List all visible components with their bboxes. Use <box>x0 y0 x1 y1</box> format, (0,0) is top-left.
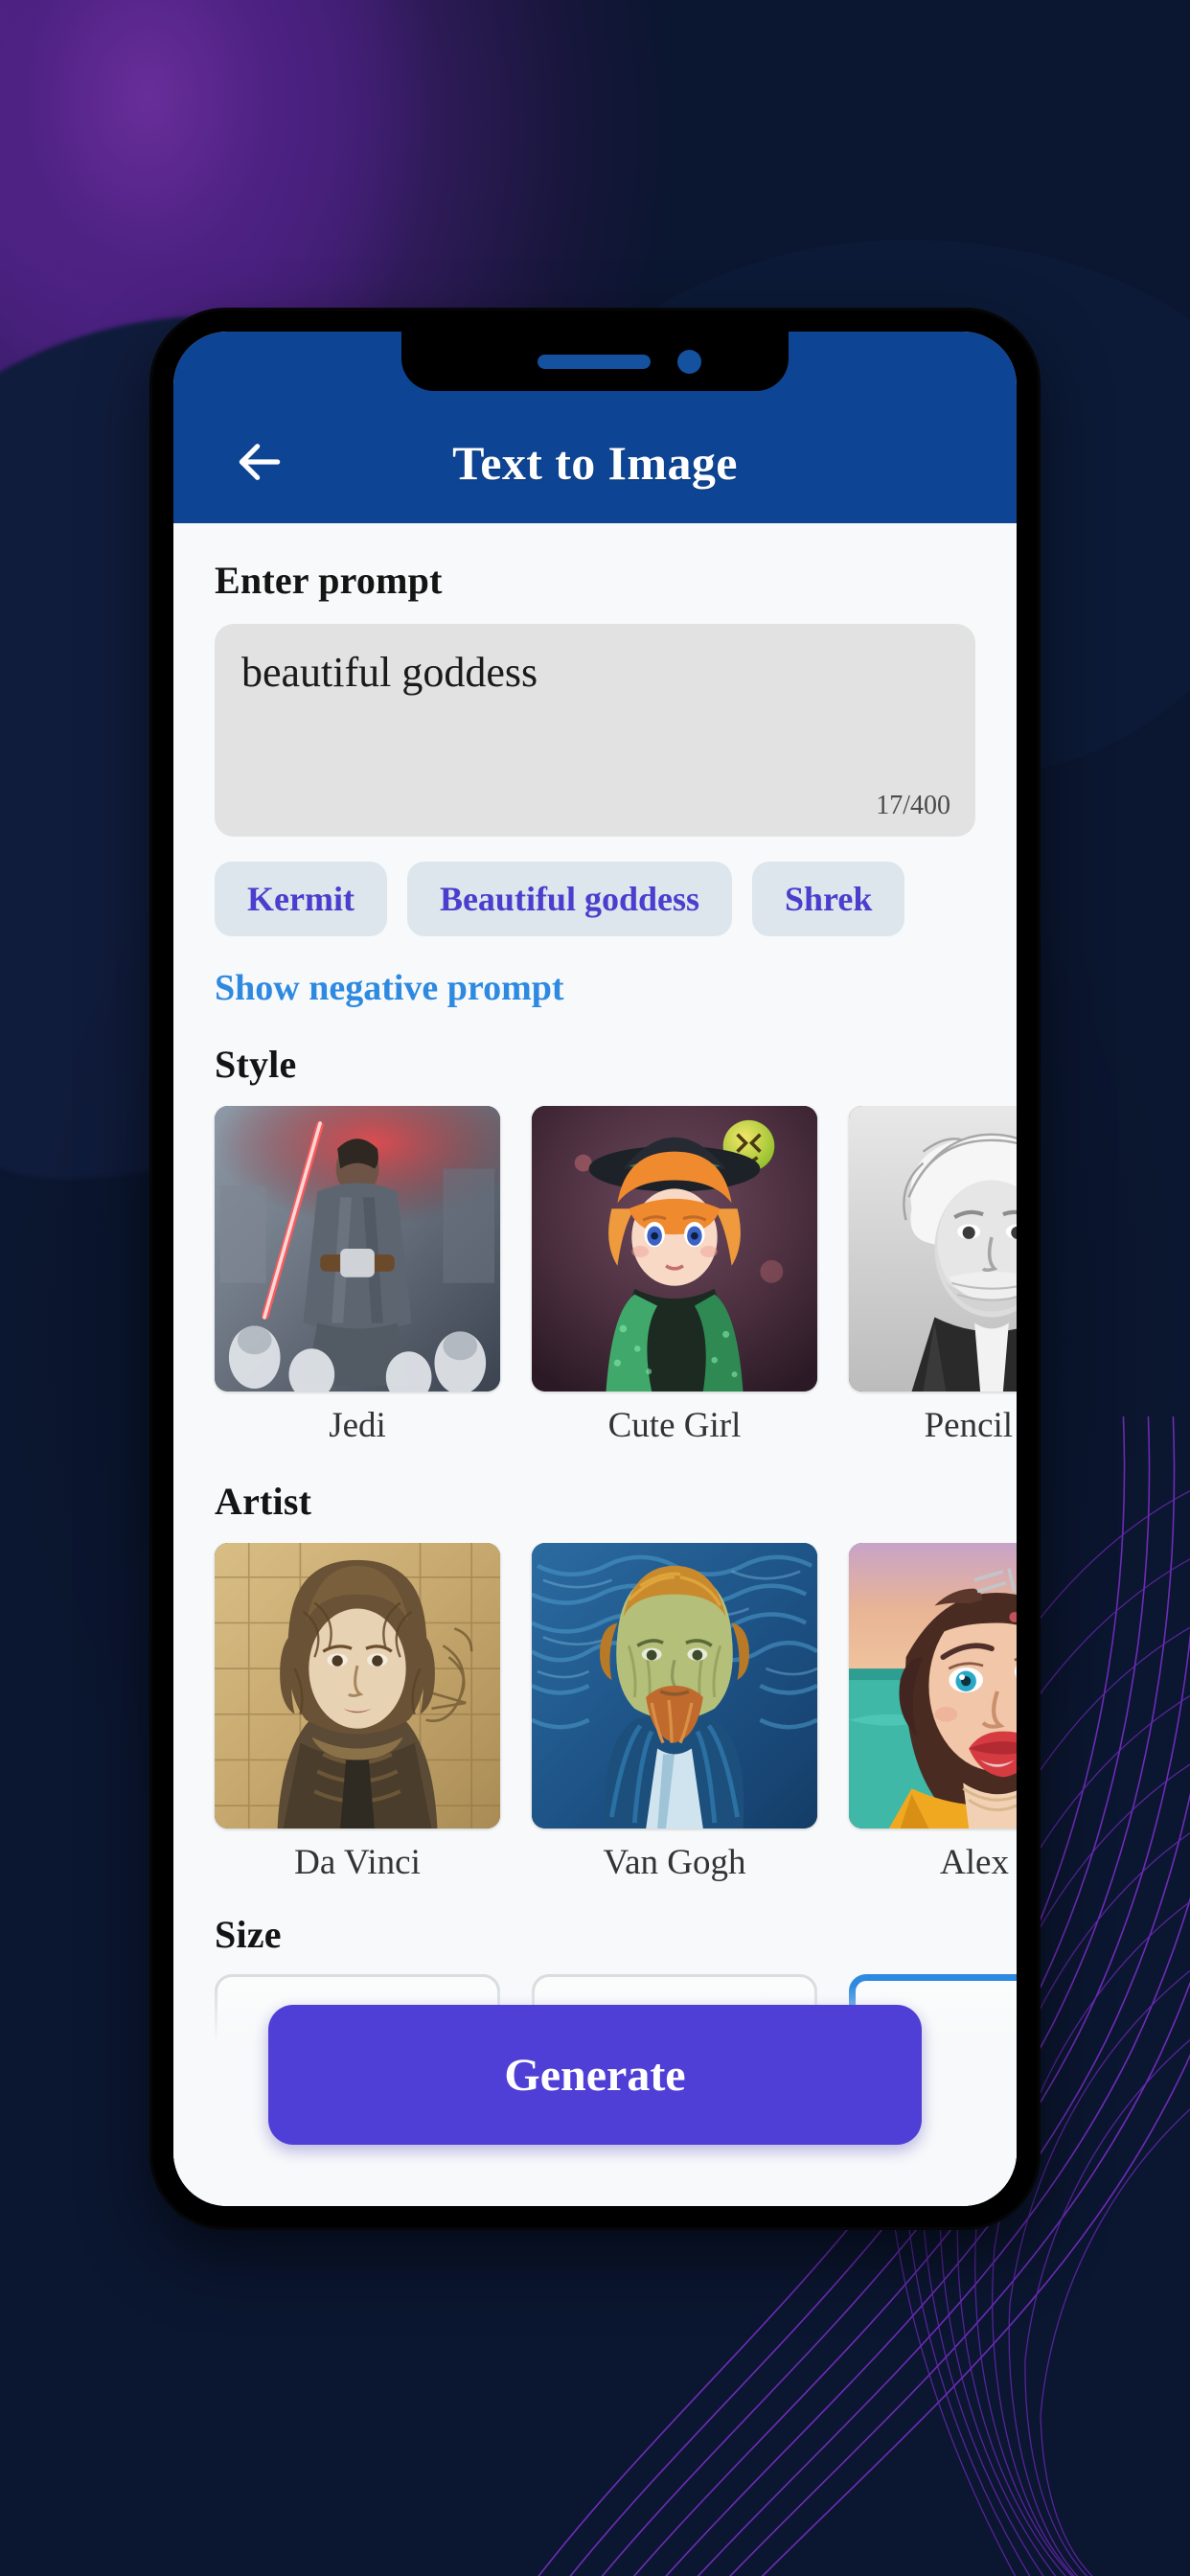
jedi-thumb <box>215 1106 500 1392</box>
suggestion-chip-row[interactable]: Kermit Beautiful goddess Shrek <box>173 862 1017 936</box>
artist-tile-alex-gray[interactable]: Alex G <box>849 1543 1017 1883</box>
style-tile-pencil-drawing[interactable]: Pencil Dr <box>849 1106 1017 1446</box>
artist-tile-da-vinci[interactable]: Da Vinci <box>215 1543 500 1883</box>
earpiece-speaker-icon <box>538 355 651 369</box>
cute-girl-thumb <box>532 1106 817 1392</box>
artist-tile-label: Alex G <box>940 1843 1017 1882</box>
style-section-title: Style <box>215 1043 297 1086</box>
suggestion-chip-beautiful-goddess[interactable]: Beautiful goddess <box>406 862 732 936</box>
show-negative-prompt-link[interactable]: Show negative prompt <box>215 967 564 1009</box>
artist-tile-row[interactable]: Da Vinci Van Gogh Alex <box>173 1543 1017 1883</box>
artist-tile-label: Da Vinci <box>294 1843 421 1882</box>
phone-screen: Text to Image Enter prompt beautiful god… <box>173 332 1017 2206</box>
prompt-input-value: beautiful goddess <box>241 649 538 696</box>
back-button[interactable] <box>223 426 296 498</box>
front-camera-icon <box>677 350 701 374</box>
style-tile-jedi[interactable]: Jedi <box>215 1106 500 1446</box>
generate-button-container: Generate <box>173 1986 1017 2206</box>
style-tile-row[interactable]: Jedi Cute Girl Pencil <box>173 1106 1017 1446</box>
character-counter: 17/400 <box>876 791 950 820</box>
style-tile-label: Cute Girl <box>607 1406 742 1445</box>
style-tile-cute-girl[interactable]: Cute Girl <box>532 1106 817 1446</box>
artist-section-title: Artist <box>215 1480 312 1523</box>
pencil-drawing-thumb <box>849 1106 1017 1392</box>
da-vinci-thumb <box>215 1543 500 1828</box>
style-tile-label: Pencil Dr <box>924 1406 1017 1445</box>
suggestion-chip-shrek[interactable]: Shrek <box>752 862 905 936</box>
prompt-label: Enter prompt <box>215 559 443 602</box>
size-section-title: Size <box>215 1913 282 1956</box>
artist-tile-van-gogh[interactable]: Van Gogh <box>532 1543 817 1883</box>
page-title: Text to Image <box>452 436 738 490</box>
phone-mockup-frame: Text to Image Enter prompt beautiful god… <box>152 310 1038 2227</box>
main-content-scroll[interactable]: Enter prompt beautiful goddess 17/400 Ke… <box>173 523 1017 2206</box>
phone-notch <box>401 332 789 391</box>
artist-tile-label: Van Gogh <box>603 1843 746 1882</box>
arrow-left-icon <box>239 444 281 480</box>
suggestion-chip-kermit[interactable]: Kermit <box>215 862 387 936</box>
generate-button[interactable]: Generate <box>268 2005 922 2145</box>
alex-gray-thumb <box>849 1543 1017 1828</box>
van-gogh-thumb <box>532 1543 817 1828</box>
prompt-input[interactable]: beautiful goddess 17/400 <box>215 624 975 837</box>
style-tile-label: Jedi <box>329 1406 386 1445</box>
